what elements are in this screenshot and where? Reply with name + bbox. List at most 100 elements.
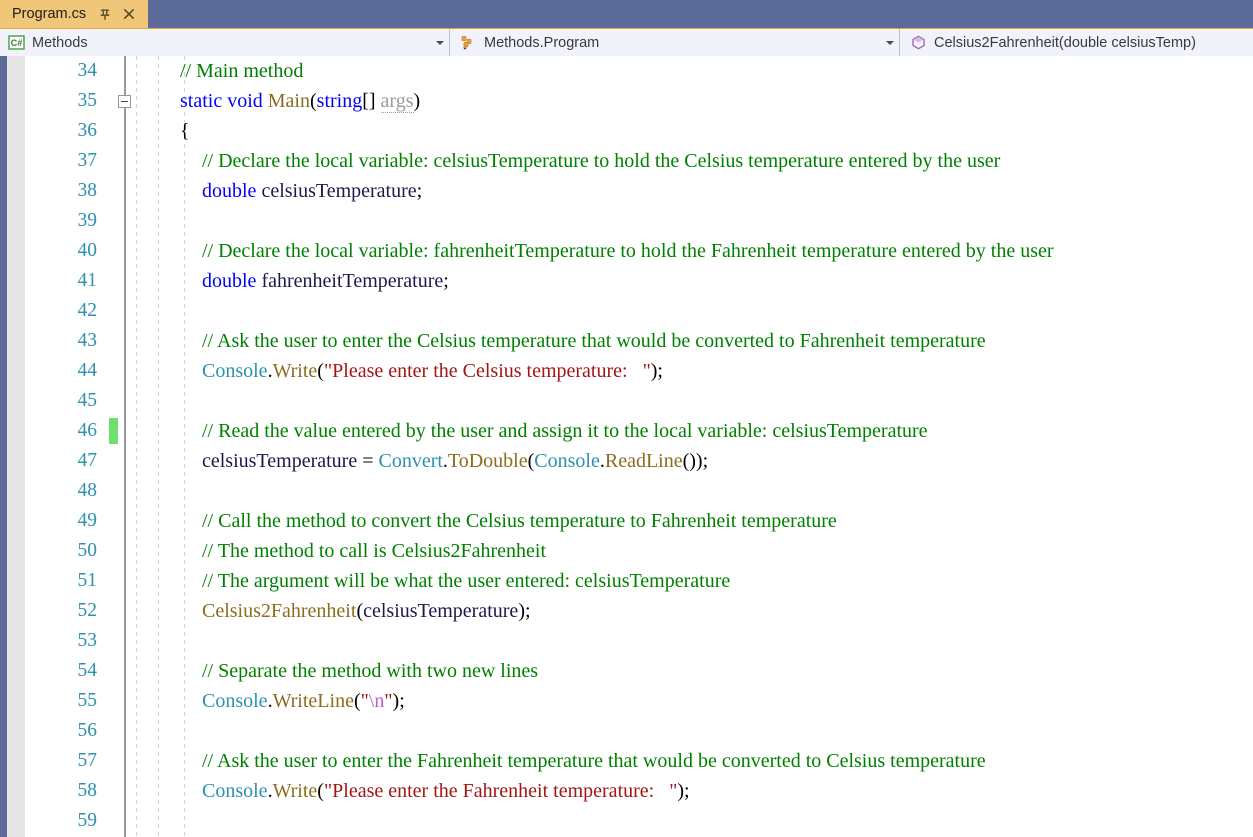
code-line-text[interactable]: double celsiusTemperature;: [202, 176, 422, 206]
code-line[interactable]: 41 double fahrenheitTemperature;: [0, 266, 1253, 296]
code-line-text[interactable]: // Main method: [180, 56, 303, 86]
code-token: ReadLine: [604, 450, 683, 472]
code-token: // Call the method to convert the Celsiu…: [202, 510, 837, 532]
code-line-text[interactable]: Celsius2Fahrenheit(celsiusTemperature);: [202, 596, 531, 626]
code-line[interactable]: 53: [0, 626, 1253, 656]
line-number: 44: [77, 360, 98, 381]
code-token: // The method to call is Celsius2Fahrenh…: [202, 540, 547, 562]
line-number: 38: [77, 180, 98, 201]
line-number: 51: [77, 570, 98, 591]
type-dropdown[interactable]: Methods.Program: [450, 29, 900, 56]
code-editor-surface[interactable]: 34 // Main method 35 static void Main(strin…: [0, 56, 1253, 837]
code-token: WriteLine: [272, 690, 354, 712]
line-number: 39: [77, 210, 98, 231]
code-token: Write: [272, 780, 318, 802]
code-token: ());: [682, 450, 709, 472]
code-line[interactable]: 46 // Read the value entered by the user …: [0, 416, 1253, 446]
code-line[interactable]: 36 {: [0, 116, 1253, 146]
code-token: Convert: [378, 450, 443, 472]
code-lines-container: 34 // Main method 35 static void Main(strin…: [0, 56, 1253, 836]
chevron-down-icon[interactable]: [431, 29, 449, 56]
code-navigation-bar: C# Methods Methods.Program Celsius2Fahre…: [0, 28, 1253, 56]
code-line[interactable]: 38 double celsiusTemperature;: [0, 176, 1253, 206]
line-number: 42: [77, 300, 98, 321]
code-line[interactable]: 42: [0, 296, 1253, 326]
line-number: 36: [77, 120, 98, 141]
line-number: 37: [77, 150, 98, 171]
code-line[interactable]: 54 // Separate the method with two new li…: [0, 656, 1253, 686]
code-token: (: [353, 690, 361, 712]
code-line[interactable]: 55 Console.WriteLine("\n");: [0, 686, 1253, 716]
editor-tab-program-cs[interactable]: Program.cs: [0, 0, 148, 28]
code-line-text[interactable]: {: [180, 116, 190, 146]
code-line[interactable]: 47 celsiusTemperature = Convert.ToDouble(…: [0, 446, 1253, 476]
code-line[interactable]: 49 // Call the method to convert the Cels…: [0, 506, 1253, 536]
project-dropdown[interactable]: C# Methods: [0, 29, 450, 56]
line-number: 56: [77, 720, 98, 741]
code-line-text[interactable]: // Call the method to convert the Celsiu…: [202, 506, 837, 536]
code-token: Console: [202, 360, 268, 382]
code-line-text[interactable]: // The method to call is Celsius2Fahrenh…: [202, 536, 546, 566]
code-line-text[interactable]: // Declare the local variable: celsiusTe…: [202, 146, 1000, 176]
line-number: 55: [77, 690, 98, 711]
code-line-text[interactable]: // Declare the local variable: fahrenhei…: [202, 236, 1054, 266]
line-number: 34: [77, 60, 98, 81]
code-line[interactable]: 52 Celsius2Fahrenheit(celsiusTemperature)…: [0, 596, 1253, 626]
line-number: 45: [77, 390, 98, 411]
code-token: // Ask the user to enter the Celsius tem…: [202, 330, 986, 352]
code-token: Celsius2Fahrenheit: [202, 600, 357, 622]
code-token: (: [317, 780, 324, 802]
chevron-down-icon[interactable]: [881, 29, 899, 56]
change-indicator-bar: [109, 418, 118, 444]
code-line[interactable]: 43 // Ask the user to enter the Celsius t…: [0, 326, 1253, 356]
pin-icon[interactable]: [98, 7, 112, 21]
code-line[interactable]: 44 Console.Write("Please enter the Celsiu…: [0, 356, 1253, 386]
class-icon: [460, 34, 477, 51]
code-token: string: [316, 90, 363, 112]
line-number: 59: [77, 810, 98, 831]
code-line[interactable]: 50 // The method to call is Celsius2Fahre…: [0, 536, 1253, 566]
code-line-text[interactable]: static void Main(string[] args): [180, 86, 420, 116]
code-line[interactable]: 40 // Declare the local variable: fahrenh…: [0, 236, 1253, 266]
code-line[interactable]: 51 // The argument will be what the user …: [0, 566, 1253, 596]
line-number: 47: [77, 450, 98, 471]
code-token: (: [317, 360, 324, 382]
code-line-text[interactable]: // Ask the user to enter the Fahrenheit …: [202, 746, 986, 776]
code-line-text[interactable]: double fahrenheitTemperature;: [202, 266, 449, 296]
code-token: );: [650, 360, 663, 382]
code-line-text[interactable]: Console.Write("Please enter the Fahrenhe…: [202, 776, 690, 806]
code-line[interactable]: 48: [0, 476, 1253, 506]
code-token: =: [357, 450, 379, 472]
code-line-text[interactable]: // The argument will be what the user en…: [202, 566, 730, 596]
code-line[interactable]: 45: [0, 386, 1253, 416]
code-line[interactable]: 37 // Declare the local variable: celsius…: [0, 146, 1253, 176]
code-token: celsiusTemperature: [202, 450, 358, 472]
code-line-text[interactable]: // Separate the method with two new line…: [202, 656, 538, 686]
code-token: // Declare the local variable: fahrenhei…: [202, 240, 1054, 262]
code-token: ToDouble: [447, 450, 528, 472]
code-line[interactable]: 39: [0, 206, 1253, 236]
code-line-text[interactable]: Console.Write("Please enter the Celsius …: [202, 356, 663, 386]
code-line[interactable]: 57 // Ask the user to enter the Fahrenhei…: [0, 746, 1253, 776]
code-line-text[interactable]: celsiusTemperature = Convert.ToDouble(Co…: [202, 446, 708, 476]
code-token: celsiusTemperature: [261, 180, 417, 202]
member-dropdown[interactable]: Celsius2Fahrenheit(double celsiusTemp): [900, 29, 1253, 56]
code-line-text[interactable]: // Ask the user to enter the Celsius tem…: [202, 326, 986, 356]
code-line[interactable]: 56: [0, 716, 1253, 746]
code-line-text[interactable]: // Read the value entered by the user an…: [202, 416, 928, 446]
code-token: );: [392, 690, 405, 712]
type-dropdown-label: Methods.Program: [484, 34, 600, 51]
code-line-text[interactable]: Console.WriteLine("\n");: [202, 686, 405, 716]
editor-tab-strip: Program.cs: [0, 0, 1253, 28]
line-number: 43: [77, 330, 98, 351]
code-line[interactable]: 58 Console.Write("Please enter the Fahren…: [0, 776, 1253, 806]
code-line[interactable]: 34 // Main method: [0, 56, 1253, 86]
code-line[interactable]: 59: [0, 806, 1253, 836]
collapse-region-icon[interactable]: [118, 95, 131, 108]
code-token: double: [202, 270, 262, 292]
code-line[interactable]: 35 static void Main(string[] args): [0, 86, 1253, 116]
close-icon[interactable]: [122, 7, 136, 21]
line-number: 54: [77, 660, 98, 681]
code-token: Write: [272, 360, 318, 382]
line-number: 53: [77, 630, 98, 651]
